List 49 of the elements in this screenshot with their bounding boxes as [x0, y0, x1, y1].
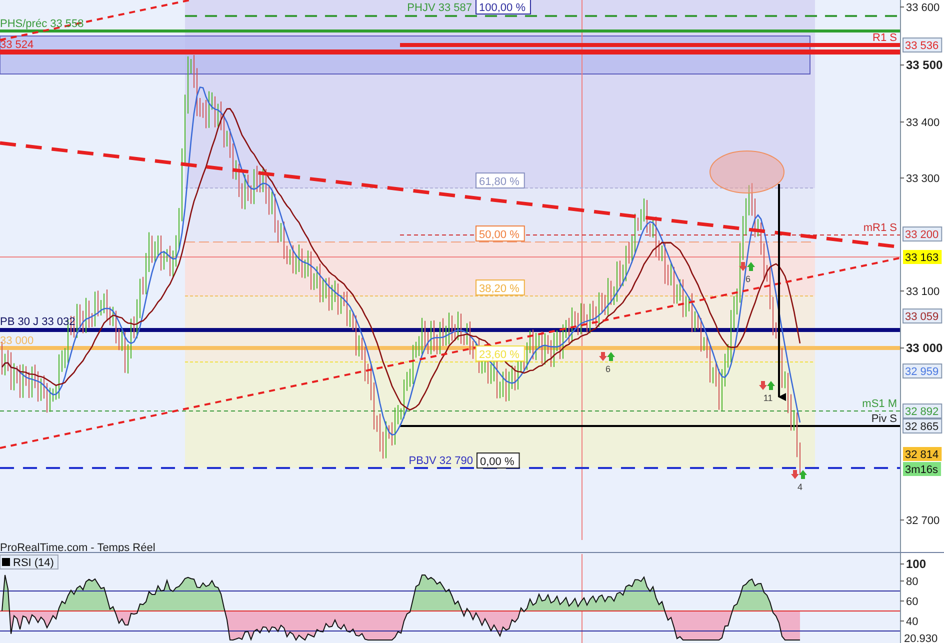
- price-tag: 32 814: [903, 447, 942, 461]
- price-tag: 33 200: [902, 226, 942, 242]
- up-arrow-icon: [747, 262, 755, 271]
- price-tag: 33 163: [903, 250, 942, 264]
- down-arrow-icon: [739, 262, 747, 271]
- level-label: 33 000: [0, 335, 34, 347]
- price-tag: 32 865: [902, 418, 942, 434]
- price-tag: 3m16s: [903, 462, 942, 476]
- up-arrow-icon: [607, 352, 615, 361]
- axis-label: 32 700: [906, 515, 940, 527]
- axis-label: 40: [906, 616, 918, 628]
- level-label: PBJV 32 790: [408, 455, 473, 467]
- axis-label: 33 300: [906, 173, 940, 185]
- fib-label: 61,80 %: [476, 172, 525, 188]
- axis-label: 33 500: [906, 58, 943, 72]
- price-tag: 32 959: [902, 364, 942, 378]
- price-tag: 33 536: [902, 38, 942, 52]
- axis-label: 33 600: [906, 2, 940, 14]
- fib-label: 50,00 %: [476, 226, 525, 242]
- source-note: ProRealTime.com - Temps Réel: [0, 542, 156, 553]
- level-label: PHJV 33 587: [407, 2, 472, 14]
- level-label: Piv S: [871, 413, 897, 425]
- price-tag: 32 892: [902, 404, 942, 418]
- down-arrow-icon: [791, 470, 799, 479]
- fib-label: 23,60 %: [476, 346, 525, 362]
- level-label: mR1 S: [863, 222, 897, 234]
- axis-label: 33 100: [906, 286, 940, 298]
- fib-label: 0,00 %: [476, 452, 520, 468]
- level-label: R1 S: [872, 32, 897, 44]
- down-arrow-icon: [599, 352, 607, 361]
- axis-label: 60: [906, 596, 918, 608]
- axis-label: 33 400: [906, 117, 940, 129]
- signal-count: 4: [798, 482, 802, 492]
- signal-count: 11: [763, 393, 773, 403]
- axis-label: 100: [906, 557, 926, 571]
- rsi-reading: 20.930: [904, 633, 938, 643]
- axis-label: 33 000: [906, 341, 943, 355]
- signal-count: 6: [606, 364, 610, 374]
- level-label: mS1 M: [862, 398, 897, 410]
- fib-label: 38,20 %: [476, 280, 525, 296]
- down-arrow-icon: [759, 381, 767, 390]
- fib-label: 100,00 %: [476, 0, 531, 14]
- signal-count: 6: [746, 274, 750, 284]
- axis-label: 80: [906, 576, 918, 588]
- price-tag: 33 059: [902, 308, 942, 324]
- up-arrow-icon: [799, 470, 807, 479]
- indicator-legend: RSI (14): [0, 554, 58, 570]
- level-label: 33 524: [0, 39, 34, 51]
- up-arrow-icon: [767, 381, 775, 390]
